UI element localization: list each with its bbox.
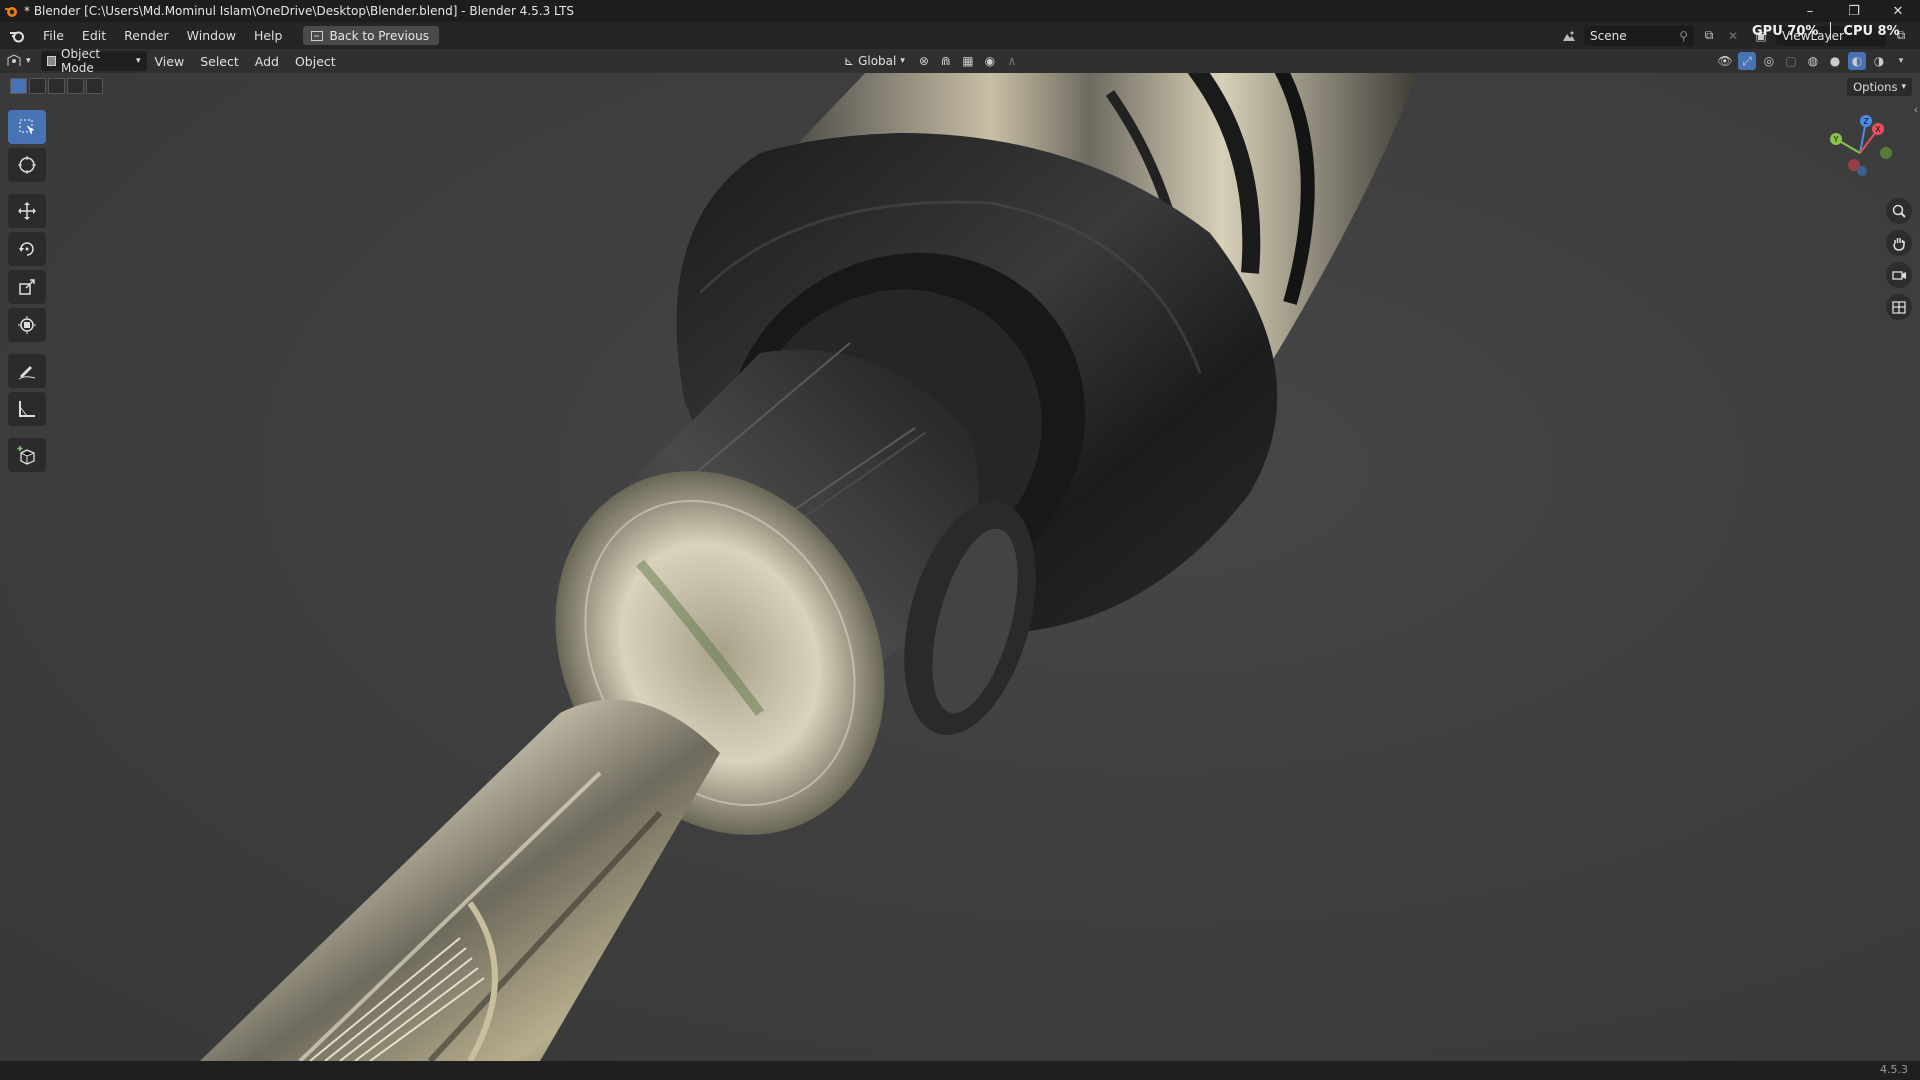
select-new-icon[interactable] bbox=[10, 78, 27, 94]
mode-label: Object Mode bbox=[61, 47, 101, 75]
cpu-usage: CPU 8% bbox=[1843, 23, 1900, 39]
add-cube-icon bbox=[17, 446, 35, 465]
new-scene-icon[interactable]: ⧉ bbox=[1700, 27, 1718, 45]
menu-view[interactable]: View bbox=[147, 51, 193, 71]
pivot-point-icon[interactable]: ⊗ bbox=[915, 52, 933, 70]
scale-icon bbox=[19, 279, 35, 295]
gpu-usage: GPU 70% bbox=[1752, 23, 1819, 39]
scale-tool[interactable] bbox=[8, 270, 46, 304]
screen-icon bbox=[311, 30, 324, 41]
sidebar-toggle-chevron-icon[interactable]: ‹ bbox=[1914, 103, 1918, 116]
chevron-down-icon: ▾ bbox=[1901, 82, 1906, 92]
measure-ruler-icon bbox=[19, 401, 35, 417]
select-subtract-icon[interactable] bbox=[48, 78, 65, 94]
shading-options-chevron-icon[interactable]: ▾ bbox=[1892, 52, 1910, 70]
navigation-gizmo[interactable]: Z X Y bbox=[1820, 113, 1900, 193]
snap-magnet-icon[interactable]: ⋒ bbox=[937, 52, 955, 70]
svg-text:Y: Y bbox=[1833, 135, 1839, 144]
move-icon bbox=[18, 202, 36, 220]
move-tool[interactable] bbox=[8, 194, 46, 228]
pin-icon[interactable]: ⚲ bbox=[1679, 29, 1688, 43]
close-button[interactable]: ✕ bbox=[1876, 0, 1920, 22]
tool-shelf bbox=[8, 110, 46, 472]
menu-help[interactable]: Help bbox=[245, 22, 292, 49]
material-preview-shading-icon[interactable]: ◐ bbox=[1848, 52, 1866, 70]
select-box-icon bbox=[19, 119, 35, 135]
selection-mode-buttons bbox=[10, 78, 103, 94]
proportional-edit-icon[interactable]: ◉ bbox=[981, 52, 999, 70]
transform-orientation-selector[interactable]: ⊾ Global ▾ bbox=[838, 51, 911, 71]
mode-selector[interactable]: Object Mode ▾ bbox=[40, 47, 147, 75]
menu-window[interactable]: Window bbox=[178, 22, 245, 49]
version-label: 4.5.3 bbox=[1880, 1063, 1908, 1076]
transform-icon bbox=[18, 316, 36, 334]
select-invert-icon[interactable] bbox=[67, 78, 84, 94]
orientation-label: Global bbox=[858, 54, 897, 68]
viewport-navigation bbox=[1886, 198, 1912, 320]
solid-shading-icon[interactable]: ● bbox=[1826, 52, 1844, 70]
gizmo-neg-y-axis[interactable] bbox=[1880, 147, 1892, 159]
3d-viewport-icon bbox=[7, 54, 21, 66]
menu-add[interactable]: Add bbox=[247, 51, 287, 71]
rotate-tool[interactable] bbox=[8, 232, 46, 266]
add-cube-tool[interactable] bbox=[8, 438, 46, 472]
window-titlebar: * Blender [C:\Users\Md.Mominul Islam\One… bbox=[0, 0, 1920, 22]
wireframe-shading-icon[interactable]: ◍ bbox=[1804, 52, 1822, 70]
overlays-icon[interactable]: ◎ bbox=[1760, 52, 1778, 70]
blender-logo-icon bbox=[0, 0, 22, 22]
menu-render[interactable]: Render bbox=[115, 22, 178, 49]
cursor-icon bbox=[18, 156, 36, 174]
select-extend-icon[interactable] bbox=[29, 78, 46, 94]
cursor-tool[interactable] bbox=[8, 148, 46, 182]
delete-scene-icon[interactable]: ✕ bbox=[1724, 27, 1742, 45]
object-mode-icon bbox=[46, 56, 57, 66]
viewport-header: ▾ Object Mode ▾ View Select Add Object ⊾… bbox=[0, 47, 1920, 75]
minimize-button[interactable]: – bbox=[1788, 0, 1832, 22]
scene-name: Scene bbox=[1590, 28, 1627, 43]
snap-target-icon[interactable]: ▦ bbox=[959, 52, 977, 70]
camera-icon[interactable] bbox=[1886, 262, 1912, 288]
options-label: Options bbox=[1853, 80, 1898, 94]
blender-menu-icon[interactable] bbox=[0, 29, 34, 43]
performance-stats: GPU 70% CPU 8% bbox=[1752, 20, 1900, 42]
editor-type-button[interactable]: ▾ bbox=[0, 51, 37, 71]
gizmo-neg-z-axis[interactable] bbox=[1857, 166, 1867, 176]
svg-text:Z: Z bbox=[1863, 117, 1869, 126]
options-dropdown[interactable]: Options ▾ bbox=[1847, 78, 1912, 96]
visibility-eye-icon[interactable]: 👁 bbox=[1716, 52, 1734, 70]
scene-selector[interactable]: Scene ⚲ bbox=[1584, 25, 1694, 46]
restore-button[interactable]: ❐ bbox=[1832, 0, 1876, 22]
select-box-tool[interactable] bbox=[8, 110, 46, 144]
orientation-axes-icon: ⊾ bbox=[844, 54, 855, 68]
menu-select[interactable]: Select bbox=[192, 51, 247, 71]
svg-text:X: X bbox=[1875, 125, 1881, 134]
rendered-shading-icon[interactable]: ◑ bbox=[1870, 52, 1888, 70]
zoom-icon[interactable] bbox=[1886, 198, 1912, 224]
gizmo-toggle-icon[interactable]: ⤢ bbox=[1738, 52, 1756, 70]
falloff-curve-icon[interactable]: ∧ bbox=[1003, 52, 1021, 70]
scene-icon[interactable] bbox=[1560, 27, 1578, 45]
menu-object[interactable]: Object bbox=[287, 51, 344, 71]
annotate-pencil-icon bbox=[18, 366, 36, 380]
back-to-previous-label: Back to Previous bbox=[329, 28, 429, 43]
measure-tool[interactable] bbox=[8, 392, 46, 426]
rotate-icon bbox=[19, 242, 34, 256]
ortho-grid-icon[interactable] bbox=[1886, 294, 1912, 320]
status-bar: 4.5.3 bbox=[0, 1061, 1920, 1080]
menu-file[interactable]: File bbox=[34, 22, 73, 49]
transform-tool[interactable] bbox=[8, 308, 46, 342]
back-to-previous-button[interactable]: Back to Previous bbox=[303, 26, 439, 45]
annotate-tool[interactable] bbox=[8, 354, 46, 388]
xray-icon[interactable]: ▢ bbox=[1782, 52, 1800, 70]
window-title: * Blender [C:\Users\Md.Mominul Islam\One… bbox=[24, 4, 575, 18]
top-menubar: File Edit Render Window Help Back to Pre… bbox=[0, 22, 1920, 49]
rendered-3d-model bbox=[200, 73, 1419, 1061]
chevron-down-icon: ▾ bbox=[136, 56, 141, 66]
hand-pan-icon[interactable] bbox=[1886, 230, 1912, 256]
select-intersect-icon[interactable] bbox=[86, 78, 103, 94]
menu-edit[interactable]: Edit bbox=[73, 22, 115, 49]
3d-viewport[interactable]: Options ▾ Z X Y ‹ bbox=[0, 73, 1920, 1061]
